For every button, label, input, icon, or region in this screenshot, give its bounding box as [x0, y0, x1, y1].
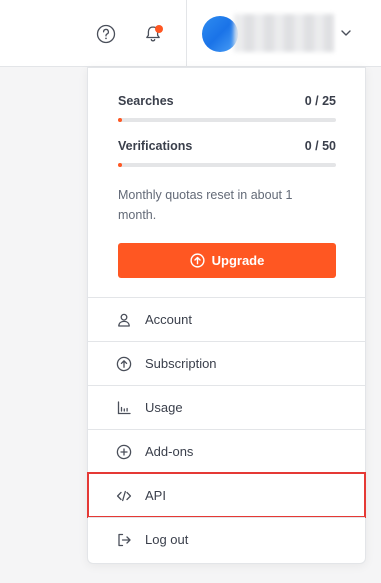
- menu-item-api[interactable]: API: [87, 472, 366, 518]
- searches-count: 0 / 25: [304, 94, 336, 108]
- upgrade-label: Upgrade: [211, 253, 265, 268]
- menu-item-label: Usage: [145, 400, 183, 415]
- help-button[interactable]: [94, 22, 118, 46]
- searches-progress-bar: [118, 118, 336, 122]
- logout-icon: [116, 532, 132, 548]
- code-icon: [116, 488, 132, 504]
- chart-icon: [116, 400, 132, 416]
- verifications-count: 0 / 50: [304, 139, 336, 153]
- verifications-progress-bar: [118, 163, 336, 167]
- plus-circle-icon: [116, 444, 132, 460]
- menu-item-account[interactable]: Account: [88, 297, 365, 341]
- user-icon: [116, 312, 132, 328]
- quota-reset-note: Monthly quotas reset in about 1 month.: [118, 188, 293, 222]
- menu-item-add-ons[interactable]: Add-ons: [88, 429, 365, 473]
- searches-progress-fill: [118, 118, 122, 122]
- menu-item-usage[interactable]: Usage: [88, 385, 365, 429]
- avatar[interactable]: [202, 16, 238, 52]
- searches-quota: Searches 0 / 25: [118, 94, 336, 108]
- user-dropdown-menu: Searches 0 / 25 Verifications 0 / 50 Mon…: [87, 67, 366, 564]
- menu-item-label: Account: [145, 312, 192, 327]
- verifications-label: Verifications: [118, 139, 193, 153]
- menu-item-label: Subscription: [145, 356, 217, 371]
- header-divider: [186, 0, 187, 67]
- chevron-down-icon[interactable]: [339, 26, 353, 40]
- verifications-quota: Verifications 0 / 50: [118, 139, 336, 153]
- account-menu: Account Subscription Usage Add-ons API L…: [87, 297, 366, 561]
- searches-label: Searches: [118, 94, 174, 108]
- menu-item-label: Log out: [145, 532, 189, 547]
- top-bar: [0, 0, 381, 67]
- arrow-up-circle-icon: [190, 253, 205, 268]
- user-name-blurred[interactable]: [234, 14, 334, 52]
- question-circle-icon: [96, 24, 116, 44]
- arrow-up-circle-icon: [116, 356, 132, 372]
- menu-item-label: Add-ons: [145, 444, 194, 459]
- menu-item-log-out[interactable]: Log out: [88, 517, 365, 561]
- verifications-progress-fill: [118, 163, 122, 167]
- notification-dot: [155, 25, 163, 33]
- menu-item-label: API: [145, 488, 166, 503]
- menu-item-subscription[interactable]: Subscription: [88, 341, 365, 385]
- upgrade-button[interactable]: Upgrade: [118, 243, 336, 278]
